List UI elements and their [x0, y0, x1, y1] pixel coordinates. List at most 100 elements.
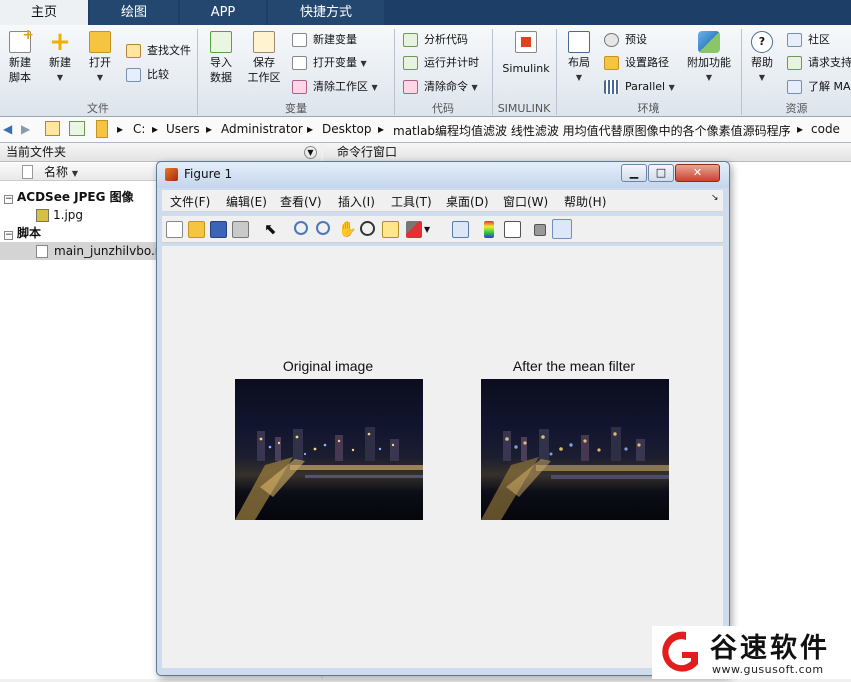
- preferences-button[interactable]: 预设: [604, 30, 647, 50]
- menu-view[interactable]: 查看(V): [280, 193, 322, 210]
- legend-icon[interactable]: [504, 221, 521, 238]
- chevron-down-icon: ▼: [96, 73, 104, 82]
- path-arrow-icon: ▸: [152, 122, 159, 136]
- matlab-logo-icon: [165, 168, 178, 181]
- menu-tools[interactable]: 工具(T): [391, 193, 432, 210]
- command-window-header: 命令行窗口: [323, 143, 851, 162]
- m-file-icon: [36, 245, 48, 258]
- clear-workspace-button[interactable]: 清除工作区 ▼: [292, 77, 378, 97]
- plus-icon: +: [49, 27, 71, 57]
- path-segment[interactable]: Desktop: [322, 122, 372, 136]
- set-path-button[interactable]: 设置路径: [604, 53, 669, 73]
- new-variable-button[interactable]: 新建变量: [292, 30, 357, 50]
- data-cursor-icon[interactable]: [382, 221, 399, 238]
- pan-hand-icon[interactable]: ✋: [338, 221, 357, 238]
- zoom-out-icon[interactable]: [316, 221, 330, 235]
- path-segment[interactable]: Administrator: [221, 122, 303, 136]
- menu-insert[interactable]: 插入(I): [338, 193, 375, 210]
- new-button[interactable]: + 新建 ▼: [44, 29, 76, 85]
- clear-commands-button[interactable]: 清除命令 ▼: [403, 77, 478, 97]
- maximize-button[interactable]: □: [648, 164, 674, 182]
- filtered-image: [481, 379, 669, 520]
- save-workspace-icon: [253, 31, 275, 53]
- browse-folder-icon[interactable]: [69, 121, 85, 136]
- open-variable-button[interactable]: 打开变量 ▼: [292, 53, 367, 73]
- list-item[interactable]: 1.jpg: [36, 206, 83, 224]
- colorbar-icon[interactable]: [484, 221, 494, 238]
- help-button[interactable]: ? 帮助 ▼: [746, 29, 778, 85]
- support-icon: [787, 56, 802, 70]
- rotate-3d-icon[interactable]: [360, 221, 375, 236]
- group-label-resources: 资源: [785, 102, 808, 115]
- chevron-down-icon: ▼: [668, 83, 675, 92]
- add-ons-button[interactable]: 附加功能 ▼: [686, 29, 732, 85]
- new-script-button[interactable]: + 新建 脚本: [4, 28, 36, 85]
- open-file-icon[interactable]: [188, 221, 205, 238]
- compare-button[interactable]: 比较: [126, 65, 169, 85]
- menu-file[interactable]: 文件(F): [170, 193, 210, 210]
- menu-help[interactable]: 帮助(H): [564, 193, 606, 210]
- chevron-down-icon: ▼: [471, 83, 478, 92]
- collapse-icon[interactable]: −: [4, 195, 13, 204]
- request-support-link[interactable]: 请求支持: [787, 53, 851, 73]
- add-ons-icon: [698, 31, 720, 53]
- file-group-jpeg[interactable]: − ACDSee JPEG 图像: [4, 188, 134, 206]
- menu-desktop[interactable]: 桌面(D): [446, 193, 489, 210]
- file-group-script[interactable]: − 脚本: [4, 224, 41, 242]
- path-segment[interactable]: Users: [166, 122, 200, 136]
- menu-edit[interactable]: 编辑(E): [226, 193, 267, 210]
- forward-icon[interactable]: ▶: [21, 122, 30, 136]
- path-segment[interactable]: matlab编程均值滤波 线性滤波 用均值代替原图像中的各个像素值源码程序: [393, 122, 791, 139]
- tab-plots[interactable]: 绘图: [90, 0, 178, 25]
- run-and-time-button[interactable]: 运行并计时: [403, 53, 479, 73]
- community-link[interactable]: 社区: [787, 30, 830, 50]
- file-icon: [22, 165, 33, 179]
- brush-icon[interactable]: [406, 221, 422, 238]
- tab-shortcuts[interactable]: 快捷方式: [268, 0, 384, 25]
- path-arrow-icon: ▸: [206, 122, 213, 136]
- pointer-icon[interactable]: ⬉: [264, 221, 281, 238]
- current-folder-header: 当前文件夹 ▼: [0, 143, 321, 162]
- save-workspace-button[interactable]: 保存 工作区: [244, 29, 284, 85]
- learn-icon: [787, 80, 802, 94]
- dock-icon[interactable]: ↘: [711, 193, 719, 203]
- path-segment[interactable]: code: [811, 122, 840, 136]
- figure-title-bar[interactable]: Figure 1 ▁ □ ✕: [157, 162, 729, 188]
- back-icon[interactable]: ◀: [3, 122, 12, 136]
- save-icon[interactable]: [210, 221, 227, 238]
- find-files-button[interactable]: 查找文件: [126, 41, 191, 61]
- chevron-down-icon: ▼: [360, 59, 367, 68]
- open-button[interactable]: 打开 ▼: [84, 29, 116, 85]
- chevron-down-icon[interactable]: ▼: [424, 221, 432, 238]
- up-folder-icon[interactable]: [45, 121, 60, 136]
- menu-window[interactable]: 窗口(W): [503, 193, 548, 210]
- group-label-environment: 环境: [637, 102, 660, 115]
- analyze-code-button[interactable]: 分析代码: [403, 30, 468, 50]
- minimize-button[interactable]: ▁: [621, 164, 647, 182]
- analyze-icon: [403, 33, 418, 47]
- layout-button[interactable]: 布局 ▼: [562, 29, 596, 85]
- tab-apps[interactable]: APP: [180, 0, 266, 25]
- learn-matlab-link[interactable]: 了解 MA: [787, 77, 851, 97]
- group-label-variable: 变量: [285, 102, 307, 115]
- show-tools-icon[interactable]: [552, 219, 572, 239]
- parallel-button[interactable]: Parallel ▼: [604, 77, 675, 97]
- import-data-button[interactable]: 导入 数据: [204, 29, 238, 85]
- path-segment[interactable]: C:: [133, 122, 145, 136]
- link-plot-icon[interactable]: [452, 221, 469, 238]
- panel-menu-icon[interactable]: ▼: [304, 146, 317, 159]
- path-arrow-icon: ▸: [378, 122, 385, 136]
- figure-window: Figure 1 ▁ □ ✕ 文件(F) 编辑(E) 查看(V) 插入(I) 工…: [156, 161, 730, 676]
- figure-canvas[interactable]: Original image After the mean filter: [162, 246, 723, 668]
- simulink-button[interactable]: Simulink: [500, 29, 552, 76]
- tab-home[interactable]: 主页: [0, 0, 88, 25]
- hide-tools-icon[interactable]: [534, 224, 546, 236]
- print-icon[interactable]: [232, 221, 249, 238]
- zoom-in-icon[interactable]: [294, 221, 308, 235]
- path-arrow-icon: ▸: [117, 122, 124, 136]
- new-figure-icon[interactable]: [166, 221, 183, 238]
- collapse-icon[interactable]: −: [4, 231, 13, 240]
- close-button[interactable]: ✕: [675, 164, 720, 182]
- watermark-url: www.gususoft.com: [712, 663, 824, 676]
- jpeg-file-icon: [36, 209, 49, 222]
